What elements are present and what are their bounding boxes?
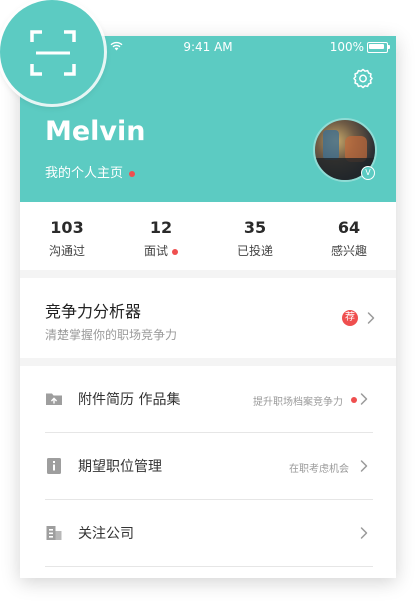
- scan-icon: [30, 30, 76, 76]
- stat-label: 面试: [143, 244, 168, 258]
- stat-applied[interactable]: 35 已投递: [208, 202, 302, 259]
- chevron-right-icon: [355, 390, 373, 408]
- notification-dot: [172, 248, 178, 255]
- my-homepage-link[interactable]: 我的个人主页: [45, 162, 136, 181]
- menu-item-expected-position[interactable]: 期望职位管理 在职考虑机会: [45, 433, 373, 499]
- menu-item-label: 期望职位管理: [78, 459, 162, 475]
- battery-percent: 100%: [329, 40, 364, 54]
- scan-button[interactable]: [0, 0, 104, 104]
- battery-icon: [367, 42, 390, 53]
- analyzer-title: 竞争力分析器: [45, 302, 142, 321]
- chevron-right-icon: [355, 524, 373, 542]
- menu-item-label: 关注公司: [78, 526, 134, 542]
- gear-icon[interactable]: [352, 67, 374, 89]
- menu-item-followed-companies[interactable]: 关注公司: [45, 500, 373, 566]
- stat-value: 12: [149, 218, 173, 237]
- stats-row: 103 沟通过 12 面试 35 已投递 64 感兴趣: [20, 202, 396, 270]
- divider: [45, 566, 373, 567]
- menu-list: 附件简历 作品集 提升职场档案竞争力 期望职位管理 在职考虑机会 关注公司: [20, 366, 396, 578]
- menu-item-hint: 提升职场档案竞争力: [253, 397, 343, 408]
- profile-name: Melvin: [45, 116, 146, 147]
- my-homepage-label: 我的个人主页: [45, 166, 124, 181]
- stat-value: 35: [243, 218, 267, 237]
- stat-label: 沟通过: [48, 244, 85, 258]
- recommend-badge: 荐: [342, 310, 358, 326]
- verified-badge: V: [361, 166, 375, 180]
- competitiveness-analyzer-card[interactable]: 竞争力分析器 清楚掌握你的职场竞争力 荐: [20, 278, 396, 358]
- stat-interview[interactable]: 12 面试: [114, 202, 208, 259]
- folder-upload-icon: [45, 390, 63, 408]
- notification-dot: [129, 170, 136, 177]
- stat-label: 已投递: [236, 244, 273, 258]
- phone-screen: 9:41 AM 100% Melvin 我的个人主页 V 103 沟通过 12 …: [20, 36, 396, 578]
- menu-item-hint: 在职考虑机会: [289, 464, 349, 475]
- stat-label-wrap: 面试: [114, 242, 208, 259]
- stat-contacted[interactable]: 103 沟通过: [20, 202, 114, 259]
- stat-value: 103: [50, 218, 84, 237]
- info-card-icon: [45, 457, 63, 475]
- chevron-right-icon: [362, 309, 380, 327]
- building-icon: [45, 524, 63, 542]
- stat-value: 64: [337, 218, 361, 237]
- stat-label: 感兴趣: [330, 244, 367, 258]
- menu-item-resume-portfolio[interactable]: 附件简历 作品集 提升职场档案竞争力: [45, 366, 373, 432]
- menu-item-label: 附件简历 作品集: [78, 392, 181, 408]
- chevron-right-icon: [355, 457, 373, 475]
- stat-interested[interactable]: 64 感兴趣: [302, 202, 396, 259]
- analyzer-subtitle: 清楚掌握你的职场竞争力: [45, 328, 178, 342]
